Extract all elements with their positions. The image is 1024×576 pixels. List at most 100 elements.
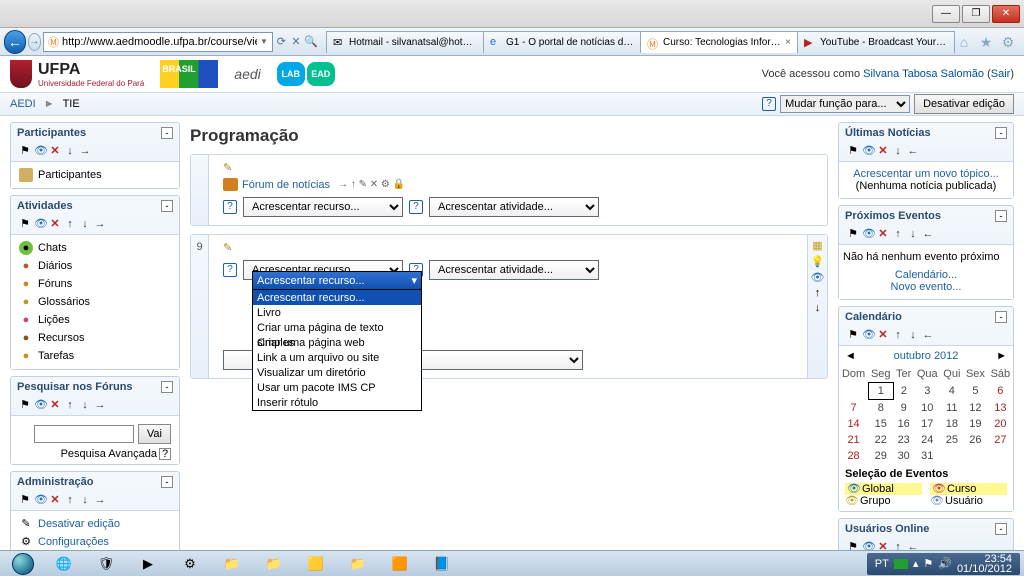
tab-youtube[interactable]: ▶YouTube - Broadcast Yourself.: [797, 31, 955, 53]
cal-day[interactable]: 18: [941, 416, 964, 432]
collapse-icon[interactable]: -: [161, 381, 173, 393]
eye-icon[interactable]: 👁: [862, 541, 874, 550]
calendar-link[interactable]: Calendário...: [895, 269, 957, 281]
assign-icon[interactable]: ⚑: [847, 329, 859, 341]
participants-link[interactable]: Participantes: [19, 166, 171, 184]
cal-day[interactable]: 24: [914, 432, 941, 448]
down-icon[interactable]: ↓: [64, 145, 76, 157]
right-icon[interactable]: →: [94, 218, 106, 230]
left-icon[interactable]: ←: [907, 541, 919, 550]
home-icon[interactable]: ⌂: [956, 34, 972, 50]
delete-icon[interactable]: ✕: [49, 218, 61, 230]
delete-icon[interactable]: ✕: [877, 329, 889, 341]
cal-day[interactable]: 6: [988, 383, 1013, 400]
forward-button[interactable]: →: [28, 33, 41, 51]
lightbulb-icon[interactable]: 💡: [811, 255, 825, 268]
dropdown-option[interactable]: Criar uma página web: [253, 335, 421, 350]
down-icon[interactable]: ↓: [79, 494, 91, 506]
search-button[interactable]: Vai: [138, 424, 171, 444]
assign-icon[interactable]: ⚑: [19, 218, 31, 230]
right-icon[interactable]: →: [94, 494, 106, 506]
eye-icon[interactable]: 👁: [34, 218, 46, 230]
down-icon[interactable]: ↓: [907, 329, 919, 341]
dropdown-option[interactable]: Inserir rótulo: [253, 395, 421, 410]
help-icon[interactable]: ?: [223, 200, 237, 214]
cal-day[interactable]: 1: [868, 383, 893, 400]
up-icon[interactable]: ↑: [892, 228, 904, 240]
assign-icon[interactable]: ⚑: [19, 399, 31, 411]
up-icon[interactable]: ↑: [64, 218, 76, 230]
dropdown-option[interactable]: Livro: [253, 305, 421, 320]
assign-icon[interactable]: ⚑: [847, 228, 859, 240]
tray-volume-icon[interactable]: 🔊: [938, 557, 952, 570]
month-label[interactable]: outubro 2012: [894, 350, 959, 362]
cal-day[interactable]: 4: [941, 383, 964, 400]
up-arrow-icon[interactable]: ↑: [815, 287, 821, 299]
address-bar[interactable]: Ⓜ ▼: [43, 32, 273, 52]
collapse-icon[interactable]: -: [995, 127, 1007, 139]
collapse-icon[interactable]: -: [161, 200, 173, 212]
left-icon[interactable]: ←: [922, 329, 934, 341]
legend-usuario[interactable]: 👁Usuário: [930, 495, 1007, 507]
logout-link[interactable]: Sair: [991, 68, 1011, 80]
cal-day[interactable]: 12: [963, 400, 988, 417]
cal-day[interactable]: 31: [914, 448, 941, 464]
cal-day[interactable]: 25: [941, 432, 964, 448]
activity-item[interactable]: ●Recursos: [19, 329, 171, 347]
edit-summary-icon[interactable]: ✎: [223, 242, 232, 254]
collapse-icon[interactable]: -: [995, 523, 1007, 535]
tray-lang[interactable]: PT: [875, 558, 889, 570]
eye-icon[interactable]: 👁: [34, 399, 46, 411]
new-event-link[interactable]: Novo evento...: [891, 281, 962, 293]
help-icon[interactable]: ?: [159, 448, 171, 460]
right-icon[interactable]: →: [94, 399, 106, 411]
add-activity-select[interactable]: Acrescentar atividade...: [429, 260, 599, 280]
cal-day[interactable]: 8: [868, 400, 893, 417]
dropdown-option[interactable]: Usar um pacote IMS CP: [253, 380, 421, 395]
refresh-icon[interactable]: ⟳: [275, 32, 288, 52]
taskbar-app[interactable]: 🟧: [380, 553, 420, 575]
prev-month-icon[interactable]: ◄: [845, 350, 856, 362]
delete-icon[interactable]: ✕: [877, 145, 889, 157]
taskbar-app[interactable]: 📘: [422, 553, 462, 575]
system-tray[interactable]: PT ▴ ⚑ 🔊 23:54 01/10/2012: [867, 553, 1020, 575]
user-link[interactable]: Silvana Tabosa Salomão: [863, 68, 984, 80]
cal-day[interactable]: 13: [988, 400, 1013, 417]
tab-hotmail[interactable]: ✉Hotmail - silvanatsal@hotmail...: [326, 31, 484, 53]
close-button[interactable]: ✕: [992, 5, 1020, 23]
admin-item[interactable]: ⚙Configurações: [19, 533, 171, 550]
eye-icon[interactable]: 👁: [34, 145, 46, 157]
right-icon[interactable]: →: [79, 145, 91, 157]
add-topic-link[interactable]: Acrescentar um novo tópico...: [853, 168, 999, 180]
taskbar-app[interactable]: 📁: [254, 553, 294, 575]
taskbar-app[interactable]: ⚙: [170, 553, 210, 575]
dropdown-option[interactable]: Link a um arquivo ou site: [253, 350, 421, 365]
cal-day[interactable]: 23: [893, 432, 914, 448]
activity-item[interactable]: ●Lições: [19, 311, 171, 329]
cal-day[interactable]: 9: [893, 400, 914, 417]
dropdown-icon[interactable]: ▼: [260, 37, 268, 46]
role-select[interactable]: Mudar função para...: [780, 95, 910, 113]
cal-day[interactable]: [839, 383, 868, 400]
activity-edit-icons[interactable]: → ↑ ✎ ✕ ⚙ 🔒: [338, 179, 405, 190]
cal-day[interactable]: 11: [941, 400, 964, 417]
favorites-icon[interactable]: ★: [978, 34, 994, 50]
cal-day[interactable]: 15: [868, 416, 893, 432]
cal-day[interactable]: 19: [963, 416, 988, 432]
taskbar-app[interactable]: ▶: [128, 553, 168, 575]
start-button[interactable]: [4, 552, 42, 576]
dropdown-option[interactable]: Acrescentar recurso...: [253, 290, 421, 305]
collapse-icon[interactable]: -: [161, 127, 173, 139]
cal-day[interactable]: 26: [963, 432, 988, 448]
taskbar-app[interactable]: 🟨: [296, 553, 336, 575]
delete-icon[interactable]: ✕: [49, 145, 61, 157]
assign-icon[interactable]: ⚑: [19, 145, 31, 157]
delete-icon[interactable]: ✕: [877, 541, 889, 550]
taskbar-app[interactable]: 📁: [338, 553, 378, 575]
cal-day[interactable]: 2: [893, 383, 914, 400]
news-forum-link[interactable]: Fórum de notícias: [242, 179, 330, 191]
activity-item[interactable]: ●Glossários: [19, 293, 171, 311]
toggle-edit-button[interactable]: Desativar edição: [914, 94, 1014, 114]
advanced-search-link[interactable]: Pesquisa Avançada: [61, 448, 157, 460]
taskbar-app[interactable]: 🌐: [44, 553, 84, 575]
